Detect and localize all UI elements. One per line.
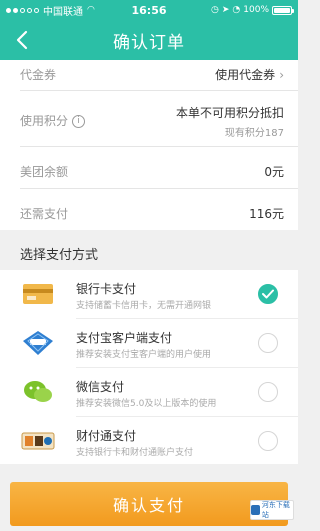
confirm-pay-button[interactable]: 确认支付 bbox=[10, 482, 288, 526]
wifi-icon: ◠ bbox=[87, 5, 95, 15]
payment-option-desc: 推荐安装微信5.0及以上版本的使用 bbox=[76, 399, 217, 409]
voucher-value: 使用代金券 bbox=[215, 68, 276, 82]
payment-option-desc: 推荐安装支付宝客户端的用户使用 bbox=[76, 350, 212, 360]
payment-option-name: 财付通支付 bbox=[76, 429, 137, 443]
battery-percent: 100% bbox=[243, 5, 269, 15]
location-icon: ➤ bbox=[221, 5, 230, 15]
payment-option-desc: 支持储蓄卡信用卡，无需开通网银 bbox=[76, 301, 212, 311]
alarm-icon: ◷ bbox=[211, 5, 219, 15]
divider bbox=[20, 146, 298, 147]
payment-option-bank-card[interactable]: 银行卡支付 支持储蓄卡信用卡，无需开通网银 bbox=[0, 270, 298, 318]
voucher-row[interactable]: 代金券 使用代金券 › bbox=[20, 66, 284, 83]
watermark-logo-icon bbox=[251, 505, 260, 515]
points-value: 本单不可用积分抵扣 bbox=[175, 106, 284, 120]
amount-due-value: 116元 bbox=[249, 207, 284, 221]
divider bbox=[20, 90, 298, 91]
order-info-card: 代金券 使用代金券 › 使用积分 i 本单不可用积分抵扣 现有积分187 美团余额 … bbox=[0, 60, 298, 230]
balance-row: 美团余额 0元 bbox=[20, 163, 284, 180]
payment-option-wechat[interactable]: 微信支付 推荐安装微信5.0及以上版本的使用 bbox=[0, 368, 298, 416]
signal-strength-icon bbox=[6, 7, 39, 13]
nav-bar: 确认订单 bbox=[0, 20, 298, 60]
back-arrow-icon bbox=[16, 30, 28, 50]
payment-option-name: 银行卡支付 bbox=[76, 282, 137, 296]
amount-due-label: 还需支付 bbox=[20, 207, 69, 221]
payment-option-tenpay[interactable]: 财付通支付 支持银行卡和财付通账户支付 bbox=[0, 417, 298, 465]
payment-option-name: 支付宝客户端支付 bbox=[76, 331, 173, 345]
alipay-icon bbox=[20, 329, 56, 357]
watermark-text: 河东下载站 bbox=[261, 501, 290, 519]
tenpay-icon bbox=[20, 427, 56, 455]
payment-option-name: 微信支付 bbox=[76, 380, 125, 394]
amount-due-row: 还需支付 116元 bbox=[20, 205, 284, 222]
lock-rotation-icon: ◔ bbox=[232, 5, 241, 15]
wechat-icon bbox=[20, 378, 56, 406]
battery-icon bbox=[272, 5, 294, 15]
bank-card-icon bbox=[20, 280, 56, 308]
divider bbox=[20, 188, 298, 189]
chevron-right-icon: › bbox=[279, 68, 284, 82]
status-bar: 中国联通 ◠ 16:56 ◷ ➤ ◔ 100% bbox=[0, 0, 298, 20]
payment-section-title: 选择支付方式 bbox=[20, 248, 99, 263]
points-balance: 现有积分187 bbox=[224, 128, 284, 139]
page-title: 确认订单 bbox=[113, 32, 185, 53]
selected-check-icon[interactable] bbox=[258, 284, 278, 304]
back-button[interactable] bbox=[10, 28, 34, 52]
balance-value: 0元 bbox=[264, 165, 284, 179]
carrier-name: 中国联通 bbox=[43, 6, 83, 18]
payment-option-alipay[interactable]: 支付宝客户端支付 推荐安装支付宝客户端的用户使用 bbox=[0, 319, 298, 367]
payment-methods-list: 银行卡支付 支持储蓄卡信用卡，无需开通网银 支付宝客户端支付 推荐安装支付宝客户… bbox=[0, 270, 298, 464]
unselected-radio[interactable] bbox=[258, 382, 278, 402]
watermark: 河东下载站 bbox=[250, 500, 294, 520]
payment-option-desc: 支持银行卡和财付通账户支付 bbox=[76, 448, 194, 458]
balance-label: 美团余额 bbox=[20, 165, 69, 179]
unselected-radio[interactable] bbox=[258, 431, 278, 451]
voucher-label: 代金券 bbox=[20, 68, 57, 82]
unselected-radio[interactable] bbox=[258, 333, 278, 353]
